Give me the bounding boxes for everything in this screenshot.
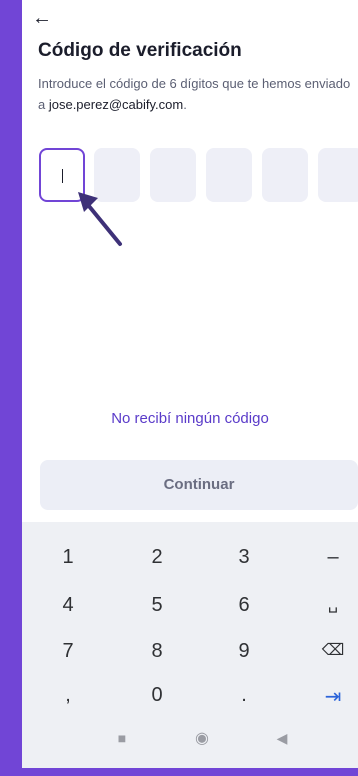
app-screen: ← Código de verificación Introduce el có… [22,0,358,768]
no-code-link[interactable]: No recibí ningún código [22,410,358,427]
key-8[interactable]: 8 [137,640,177,663]
key-minus[interactable]: – [313,546,353,569]
email-address: jose.perez@cabify.com [48,97,184,112]
key-1[interactable]: 1 [48,546,88,569]
key-2[interactable]: 2 [137,546,177,569]
key-6[interactable]: 6 [224,594,264,617]
key-4[interactable]: 4 [48,594,88,617]
description-suffix: . [183,97,187,112]
pointer-arrow-icon [78,192,122,246]
continue-button[interactable]: Continuar [40,460,358,510]
system-nav-bar: ■ ◉ ◀ [22,716,358,768]
back-arrow-icon[interactable]: ← [32,6,56,30]
tab-next-icon[interactable]: ⇥ [313,684,353,709]
space-key-icon[interactable]: ␣ [313,594,353,614]
key-3[interactable]: 3 [224,546,264,569]
key-0[interactable]: 0 [137,684,177,707]
backspace-icon[interactable]: ⌫ [313,640,353,660]
key-comma[interactable]: , [48,684,88,707]
text-caret [62,169,63,183]
key-7[interactable]: 7 [48,640,88,663]
key-5[interactable]: 5 [137,594,177,617]
code-digit-4[interactable] [206,148,252,202]
code-digit-6[interactable] [318,148,358,202]
back-nav-icon[interactable]: ◀ [270,730,294,747]
key-9[interactable]: 9 [224,640,264,663]
key-period[interactable]: . [224,684,264,707]
code-digit-3[interactable] [150,148,196,202]
page-description: Introduce el código de 6 dígitos que te … [38,73,354,115]
code-digit-5[interactable] [262,148,308,202]
home-icon[interactable]: ◉ [190,728,214,748]
numeric-keyboard: 1 2 3 – 4 5 6 ␣ 7 8 9 ⌫ , 0 . ⇥ [22,522,358,716]
recent-apps-icon[interactable]: ■ [110,730,134,746]
page-title: Código de verificación [38,40,242,61]
